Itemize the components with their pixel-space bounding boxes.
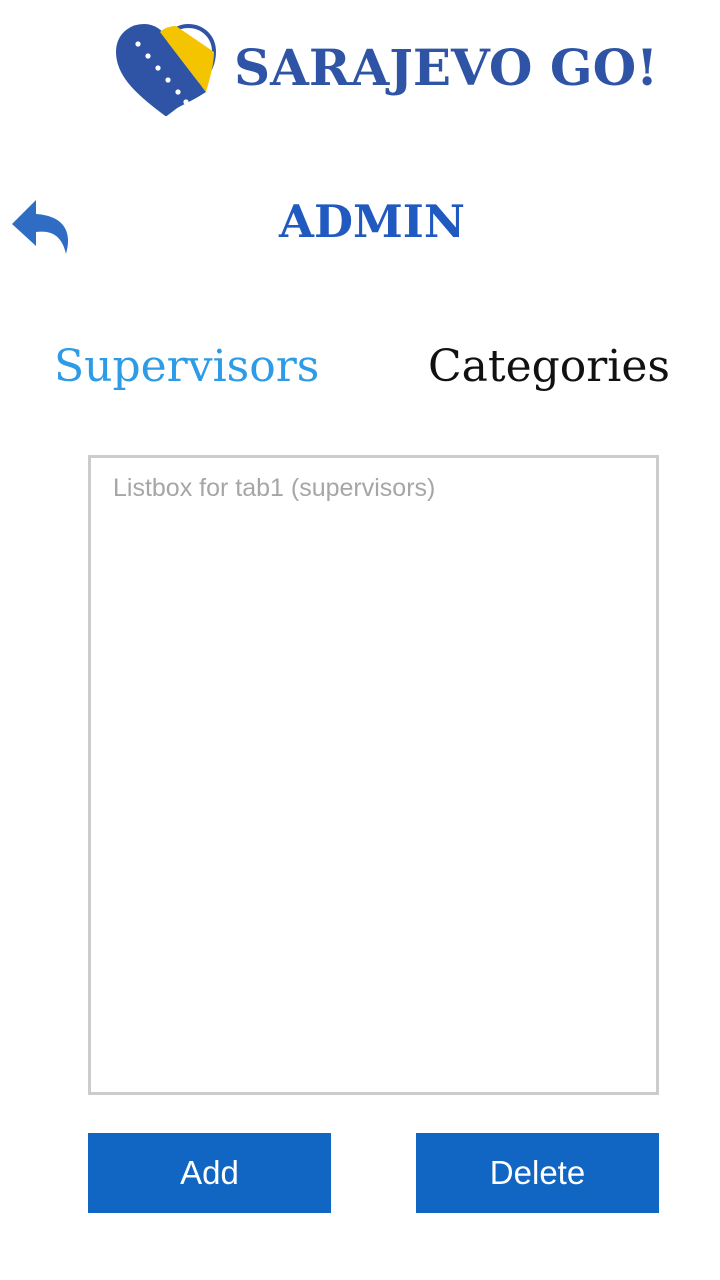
listbox-placeholder: Listbox for tab1 (supervisors)	[113, 474, 436, 502]
add-button[interactable]: Add	[88, 1133, 331, 1213]
page-title: ADMIN	[279, 195, 465, 248]
tab-supervisors[interactable]: Supervisors	[54, 336, 319, 398]
heart-flag-icon	[116, 23, 216, 116]
tab-categories[interactable]: Categories	[428, 336, 670, 398]
admin-screen: SARAJEVO GO! ADMIN Supervisors Categorie…	[0, 0, 720, 1280]
delete-button[interactable]: Delete	[416, 1133, 659, 1213]
logo-text: SARAJEVO GO!	[234, 38, 659, 97]
app-logo: SARAJEVO GO!	[116, 22, 658, 118]
supervisors-listbox[interactable]: Listbox for tab1 (supervisors)	[88, 455, 659, 1095]
